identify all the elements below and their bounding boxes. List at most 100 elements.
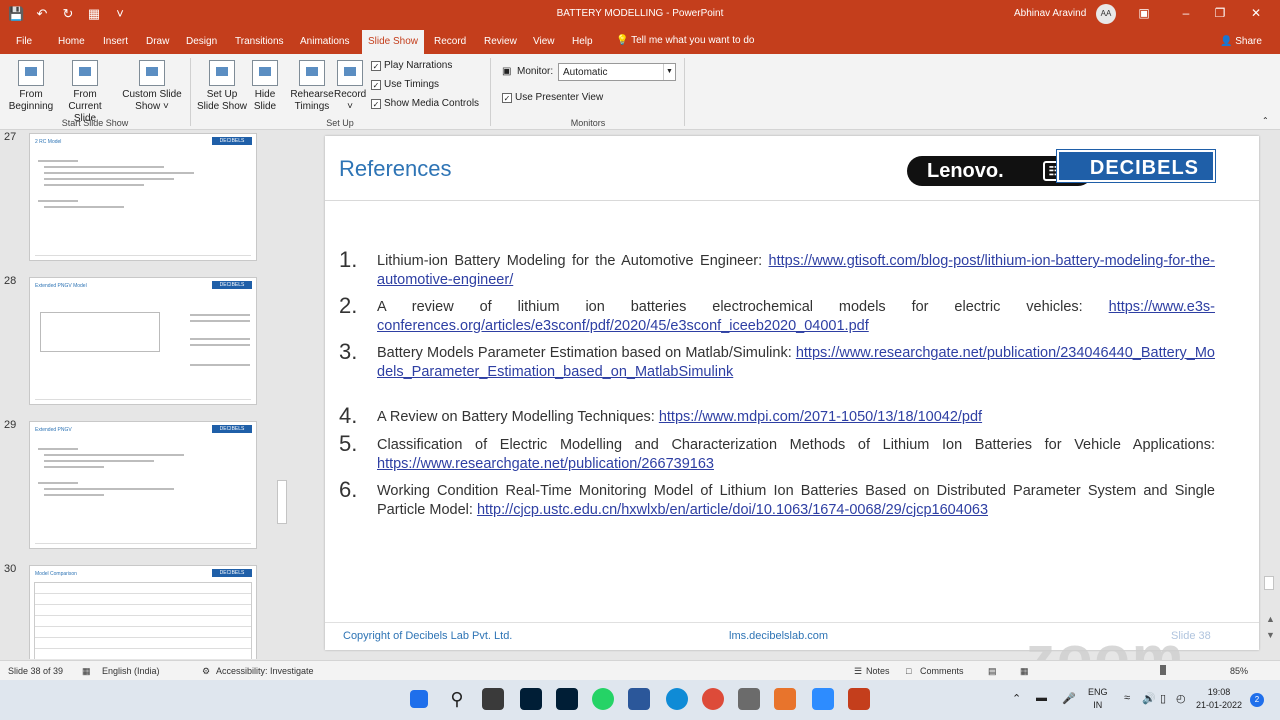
input-language[interactable]: ENG IN [1088, 686, 1108, 712]
accessibility-icon[interactable]: ⚙ [202, 666, 210, 677]
show-media-controls-checkbox[interactable]: ✓ Show Media Controls [371, 98, 479, 109]
user-name[interactable]: Abhinav Aravind [1014, 8, 1086, 19]
slide-thumbnail[interactable]: 2 RC Model DECIBELS [29, 133, 257, 261]
powerpoint-icon[interactable] [848, 688, 870, 710]
hide-slide-button[interactable]: Hide Slide [250, 60, 280, 113]
zoom-level[interactable]: 85% [1230, 666, 1248, 676]
checkmark-icon: ✓ [371, 60, 381, 71]
slide-thumbnail[interactable]: Extended PNGV DECIBELS [29, 421, 257, 549]
custom-show-label-2: Show ˅ [135, 101, 169, 112]
input-language-code: ENG [1088, 687, 1108, 697]
tab-record[interactable]: Record [434, 36, 466, 47]
use-presenter-view-checkbox[interactable]: ✓ Use Presenter View [502, 92, 603, 103]
slide-thumbnail[interactable]: Extended PNGV Model DECIBELS [29, 277, 257, 405]
checkmark-icon: ✓ [371, 98, 381, 109]
zoom-app-icon[interactable] [812, 688, 834, 710]
slide-title: References [339, 156, 452, 181]
word-icon[interactable] [628, 688, 650, 710]
thumbnail-scrollbar[interactable] [276, 134, 288, 658]
scrollbar-thumb[interactable] [277, 480, 287, 524]
collapse-ribbon-icon[interactable]: ⌃ [1262, 116, 1269, 125]
app-icon[interactable] [738, 688, 760, 710]
comments-button[interactable]: Comments [920, 666, 964, 676]
thumbnail-footer [35, 399, 251, 400]
monitor-select-value: Automatic [563, 67, 608, 78]
thumbnail-logo: DECIBELS [212, 425, 252, 433]
reference-link[interactable]: https://www.mdpi.com/2071-1050/13/18/100… [659, 409, 982, 425]
volume-icon[interactable]: 🔊 [1142, 692, 1156, 705]
notes-icon: ☰ [854, 666, 863, 676]
tab-animations[interactable]: Animations [300, 36, 349, 47]
ribbon-display-icon[interactable]: ▣ [1136, 6, 1152, 20]
file-explorer-icon[interactable] [482, 688, 504, 710]
stopwatch-icon [299, 60, 325, 86]
reference-item: 6. Working Condition Real-Time Monitorin… [339, 477, 1215, 519]
use-timings-checkbox[interactable]: ✓ Use Timings [371, 79, 439, 90]
avatar[interactable]: AA [1096, 4, 1116, 24]
reference-link[interactable]: https://www.researchgate.net/publication… [377, 456, 714, 472]
play-from-start-icon [18, 60, 44, 86]
clock[interactable]: 19:08 21-01-2022 [1196, 686, 1242, 712]
notification-badge[interactable]: 2 [1250, 693, 1264, 707]
custom-slide-show-button[interactable]: Custom Slide Show ˅ [120, 60, 184, 113]
tab-draw[interactable]: Draw [146, 36, 169, 47]
photoshop-icon[interactable] [520, 688, 542, 710]
microphone-icon[interactable]: 🎤 [1062, 692, 1076, 705]
tab-review[interactable]: Review [484, 36, 517, 47]
close-icon[interactable]: ✕ [1248, 6, 1264, 20]
battery-icon[interactable]: ▯ [1160, 692, 1166, 705]
rehearse-timings-button[interactable]: Rehearse Timings [288, 60, 336, 113]
tray-overflow-icon[interactable]: ⌃ [1012, 692, 1021, 705]
editor-scrollbar-thumb[interactable] [1264, 576, 1274, 590]
windows-start-icon[interactable] [410, 690, 428, 708]
language-indicator[interactable]: English (India) [102, 666, 160, 676]
wifi-icon[interactable]: ≈ [1124, 692, 1130, 704]
search-icon[interactable]: ⚲ [446, 688, 468, 710]
tell-me-search[interactable]: 💡 Tell me what you want to do [616, 35, 754, 46]
share-button[interactable]: 👤 Share [1220, 36, 1262, 47]
tray-app-icon[interactable]: ▬ [1036, 692, 1047, 704]
from-current-slide-button[interactable]: From Current Slide [56, 60, 114, 125]
notes-button[interactable]: Notes [866, 666, 890, 676]
tab-design[interactable]: Design [186, 36, 217, 47]
reference-number: 6. [339, 477, 358, 502]
normal-view-icon[interactable]: ▤ [988, 666, 997, 677]
maximize-icon[interactable]: ❐ [1212, 6, 1228, 20]
thumbnail-text-line [44, 166, 164, 168]
thumbnail-text-line [190, 338, 250, 340]
slide-sorter-icon[interactable]: ▦ [1020, 666, 1029, 677]
from-beginning-button[interactable]: From Beginning [6, 60, 56, 113]
slide-thumbnail[interactable]: Model Comparison DECIBELS [29, 565, 257, 659]
spellcheck-icon[interactable]: ▦ [82, 666, 91, 677]
tab-insert[interactable]: Insert [103, 36, 128, 47]
tab-home[interactable]: Home [58, 36, 85, 47]
play-narrations-checkbox[interactable]: ✓ Play Narrations [371, 60, 452, 71]
tab-transitions[interactable]: Transitions [235, 36, 284, 47]
accessibility-status[interactable]: Accessibility: Investigate [216, 666, 314, 676]
previous-slide-icon[interactable]: ▲ [1266, 614, 1275, 624]
chrome-icon[interactable] [702, 688, 724, 710]
tab-view[interactable]: View [533, 36, 555, 47]
minimize-icon[interactable]: – [1178, 6, 1194, 20]
group-label-start-slide-show: Start Slide Show [61, 118, 129, 128]
record-button[interactable]: Record ˅ [334, 60, 366, 113]
edge-icon[interactable] [666, 688, 688, 710]
matlab-icon[interactable] [774, 688, 796, 710]
thumbnail-text-line [44, 488, 174, 490]
reference-description: A review of lithium ion batteries electr… [377, 299, 1109, 315]
set-up-slide-show-button[interactable]: Set Up Slide Show [194, 60, 250, 113]
clock-app-icon[interactable]: ◴ [1176, 692, 1186, 705]
slide-canvas[interactable]: References Lenovo.☷< DECIBELS 1. Lithium… [325, 136, 1259, 650]
next-slide-icon[interactable]: ▼ [1266, 630, 1275, 640]
tab-slide-show[interactable]: Slide Show [362, 30, 425, 54]
tab-help[interactable]: Help [572, 36, 593, 47]
setup-label-2: Slide Show [196, 101, 248, 112]
reference-link[interactable]: http://cjcp.ustc.edu.cn/hxwlxb/en/articl… [477, 502, 988, 518]
zoom-slider[interactable] [1160, 665, 1166, 675]
thumbnail-title: Extended PNGV Model [35, 283, 87, 289]
tab-file[interactable]: File [16, 36, 32, 47]
footer-divider [325, 622, 1259, 623]
monitor-select[interactable]: Automatic ▼ [558, 63, 676, 81]
whatsapp-icon[interactable] [592, 688, 614, 710]
photoshop-icon-2[interactable] [556, 688, 578, 710]
